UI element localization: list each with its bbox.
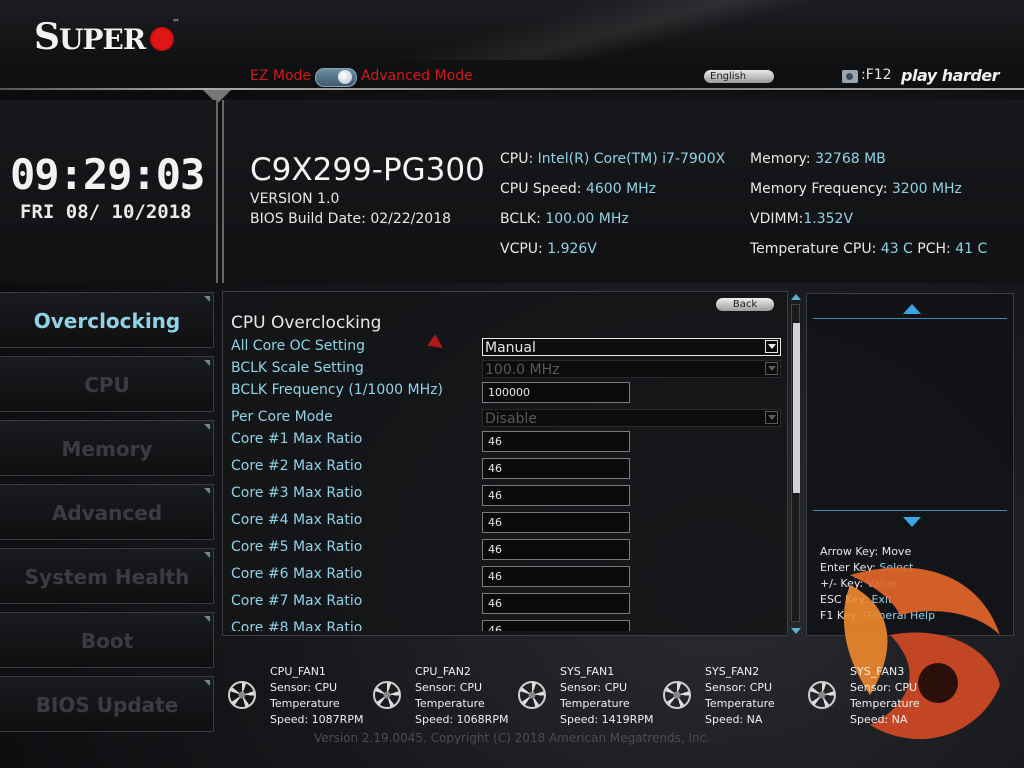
sidebar-item-cpu[interactable]: CPU xyxy=(0,356,214,412)
fan-icon xyxy=(373,681,401,709)
help-scroll-down-icon[interactable] xyxy=(903,517,921,527)
cpu-speed-info: CPU Speed: 4600 MHz xyxy=(500,181,657,197)
fan-icon xyxy=(518,681,546,709)
sidebar-item-advanced[interactable]: Advanced xyxy=(0,484,214,540)
core-1-label[interactable]: Core #1 Max Ratio xyxy=(231,431,362,447)
bios-screen: SUPER ™ EZ Mode Advanced Mode English :F… xyxy=(0,0,1024,768)
camera-icon[interactable] xyxy=(842,70,858,83)
vdimm-info: VDIMM:1.352V xyxy=(750,211,854,227)
core-2-ratio-input[interactable]: 46 xyxy=(482,458,630,479)
fan-icon xyxy=(228,681,256,709)
screenshot-key: :F12 xyxy=(861,67,892,83)
core-6-ratio-input[interactable]: 46 xyxy=(482,566,630,587)
toggle-knob-icon xyxy=(338,70,352,84)
core-4-label[interactable]: Core #4 Max Ratio xyxy=(231,512,362,528)
language-button[interactable]: English xyxy=(704,70,774,83)
sidebar-item-boot[interactable]: Boot xyxy=(0,612,214,668)
page-title: CPU Overclocking xyxy=(231,313,382,333)
copyright-text: Version 2.19.0045. Copyright (C) 2018 Am… xyxy=(313,731,711,745)
help-scroll-up-icon[interactable] xyxy=(903,304,921,314)
temperature-info: Temperature CPU: 43 C PCH: 41 C xyxy=(750,241,988,257)
fan-card-sys-fan1: SYS_FAN1 Sensor: CPU Temperature Speed: … xyxy=(518,664,658,730)
chevron-down-icon xyxy=(765,362,778,375)
advanced-mode-label[interactable]: Advanced Mode xyxy=(361,68,473,84)
fan-icon xyxy=(808,681,836,709)
core-7-label[interactable]: Core #7 Max Ratio xyxy=(231,593,362,609)
per-core-mode-select: Disable xyxy=(482,409,781,427)
fan-card-cpu-fan1: CPU_FAN1 Sensor: CPU Temperature Speed: … xyxy=(228,664,368,730)
memory-frequency-info: Memory Frequency: 3200 MHz xyxy=(750,181,962,197)
logo-dot-icon xyxy=(150,27,174,51)
core-8-ratio-input[interactable]: 46 xyxy=(482,620,630,631)
bclk-frequency-input[interactable]: 100000 xyxy=(482,382,630,403)
settings-scrollbar[interactable] xyxy=(790,294,801,636)
bios-build-date: BIOS Build Date: 02/22/2018 xyxy=(250,211,452,227)
all-core-oc-select[interactable]: Manual xyxy=(482,338,781,356)
tagline: play harder xyxy=(901,66,1000,85)
core-3-ratio-input[interactable]: 46 xyxy=(482,485,630,506)
fan-card-cpu-fan2: CPU_FAN2 Sensor: CPU Temperature Speed: … xyxy=(373,664,513,730)
fan-icon xyxy=(663,681,691,709)
setting-label-bclk-scale[interactable]: BCLK Scale Setting xyxy=(231,360,364,376)
sidebar-item-system-health[interactable]: System Health xyxy=(0,548,214,604)
scroll-up-icon[interactable] xyxy=(791,294,801,300)
vcpu-info: VCPU: 1.926V xyxy=(500,241,597,257)
fan-card-sys-fan2: SYS_FAN2 Sensor: CPU Temperature Speed: … xyxy=(663,664,803,730)
brand-logo: SUPER xyxy=(34,16,146,58)
setting-label-per-core[interactable]: Per Core Mode xyxy=(231,409,333,425)
cpu-info: CPU: Intel(R) Core(TM) i7-7900X xyxy=(500,151,726,167)
chevron-down-icon xyxy=(765,411,778,424)
bclk-scale-select: 100.0 MHz xyxy=(482,360,781,378)
core-5-ratio-input[interactable]: 46 xyxy=(482,539,630,560)
board-name: C9X299-PG300 xyxy=(250,152,485,188)
fan-card-sys-fan3: SYS_FAN3 Sensor: CPU Temperature Speed: … xyxy=(808,664,948,730)
core-1-ratio-input[interactable]: 46 xyxy=(482,431,630,452)
scroll-down-icon[interactable] xyxy=(791,628,801,634)
core-5-label[interactable]: Core #5 Max Ratio xyxy=(231,539,362,555)
ez-mode-label[interactable]: EZ Mode xyxy=(250,68,311,84)
core-7-ratio-input[interactable]: 46 xyxy=(482,593,630,614)
sidebar-item-overclocking[interactable]: Overclocking xyxy=(0,292,214,348)
system-time: 09:29:03 xyxy=(10,150,205,199)
bios-version: VERSION 1.0 xyxy=(250,191,340,207)
core-2-label[interactable]: Core #2 Max Ratio xyxy=(231,458,362,474)
system-date: FRI 08/ 10/2018 xyxy=(20,201,192,223)
bclk-info: BCLK: 100.00 MHz xyxy=(500,211,629,227)
setting-label-all-core[interactable]: All Core OC Setting xyxy=(231,338,365,354)
back-button[interactable]: Back xyxy=(716,298,774,311)
core-8-label[interactable]: Core #8 Max Ratio xyxy=(231,620,362,631)
chevron-down-icon xyxy=(765,340,778,353)
mode-toggle[interactable] xyxy=(315,68,357,87)
core-4-ratio-input[interactable]: 46 xyxy=(482,512,630,533)
setting-label-bclk-frequency[interactable]: BCLK Frequency (1/1000 MHz) xyxy=(231,382,443,398)
scroll-thumb[interactable] xyxy=(793,323,800,493)
core-6-label[interactable]: Core #6 Max Ratio xyxy=(231,566,362,582)
sidebar-item-memory[interactable]: Memory xyxy=(0,420,214,476)
memory-info: Memory: 32768 MB xyxy=(750,151,886,167)
sidebar-item-bios-update[interactable]: BIOS Update xyxy=(0,676,214,732)
core-3-label[interactable]: Core #3 Max Ratio xyxy=(231,485,362,501)
